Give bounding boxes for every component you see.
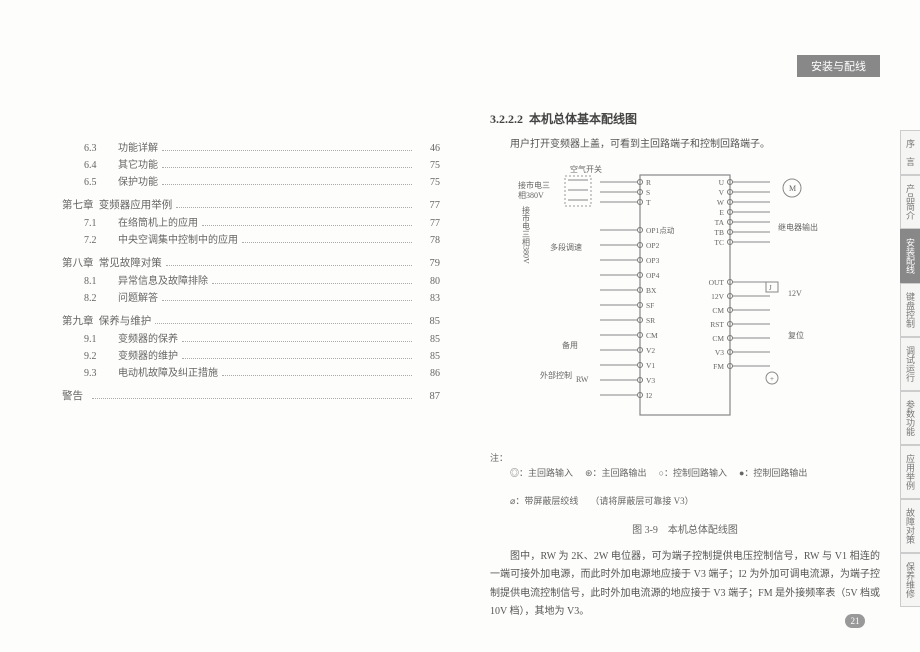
svg-text:OP1点动: OP1点动 — [646, 225, 675, 235]
svg-text:RW: RW — [576, 375, 589, 384]
toc-entry: 9.1变频器的保养85 — [50, 331, 440, 348]
toc-entry: 8.1异常信息及故障排除80 — [50, 273, 440, 290]
svg-text:SF: SF — [646, 301, 654, 310]
svg-text:+: + — [770, 375, 774, 383]
side-tab[interactable]: 安装配线 — [900, 229, 920, 283]
svg-text:V3: V3 — [715, 348, 724, 357]
svg-text:OUT: OUT — [709, 278, 725, 287]
svg-text:备用: 备用 — [562, 340, 578, 350]
svg-text:TA: TA — [715, 218, 725, 227]
side-tab[interactable]: 参数功能 — [900, 391, 920, 445]
svg-text:M: M — [789, 184, 796, 193]
legend-item: （请将屏蔽层可靠接 V3） — [590, 494, 693, 509]
side-tab[interactable]: 调试运行 — [900, 337, 920, 391]
svg-text:复位: 复位 — [788, 330, 804, 340]
svg-text:外部控制: 外部控制 — [540, 370, 572, 380]
svg-text:OP3: OP3 — [646, 256, 660, 265]
right-page: 安装与配线 3.2.2.2 本机总体基本配线图 用户打开变频器上盖，可看到主回路… — [470, 0, 920, 652]
side-tabs: 序 言产品简介安装配线键盘控制调试运行参数功能应用举例故障对策保养维修 — [900, 130, 920, 607]
diagram-legend: 注： ◎：主回路输入 ⊛：主回路输出 ○：控制回路输入 ●：控制回路输出 ⌀：带屏蔽层绞… — [490, 451, 880, 509]
svg-text:OP4: OP4 — [646, 271, 660, 280]
toc-entry: 8.2问题解答83 — [50, 290, 440, 307]
side-tab[interactable]: 序 言 — [900, 130, 920, 175]
legend-item: ⌀：带屏蔽层绞线 — [510, 494, 578, 509]
table-of-contents: 6.3功能详解466.4其它功能756.5保护功能75 第七章 变频器应用举例77… — [50, 140, 440, 405]
svg-text:相380V: 相380V — [518, 190, 544, 200]
section-heading: 本机总体基本配线图 — [529, 112, 637, 126]
svg-text:W: W — [717, 198, 725, 207]
toc-chapter: 第九章 保养与维护85 — [50, 313, 440, 331]
svg-text:多段调速: 多段调速 — [550, 242, 582, 252]
side-tab[interactable]: 产品简介 — [900, 175, 920, 229]
svg-text:V1: V1 — [646, 361, 655, 370]
toc-entry: 7.2中央空调集中控制中的应用78 — [50, 232, 440, 249]
svg-text:12V: 12V — [711, 292, 725, 301]
toc-entry: 6.4其它功能75 — [50, 157, 440, 174]
toc-entry: 6.5保护功能75 — [50, 174, 440, 191]
toc-entry: 7.1在络筒机上的应用77 — [50, 215, 440, 232]
page-number: 21 — [845, 614, 865, 628]
svg-text:S: S — [646, 188, 650, 197]
svg-text:FM: FM — [713, 362, 724, 371]
side-tab[interactable]: 保养维修 — [900, 553, 920, 607]
svg-text:CM: CM — [646, 331, 658, 340]
legend-item: ○：控制回路输入 — [659, 466, 727, 481]
side-tab[interactable]: 应用举例 — [900, 445, 920, 499]
side-tab[interactable]: 故障对策 — [900, 499, 920, 553]
svg-text:CM: CM — [712, 334, 724, 343]
svg-text:接市电三: 接市电三 — [518, 180, 550, 190]
section-intro: 用户打开变频器上盖，可看到主回路端子和控制回路端子。 — [490, 135, 880, 150]
toc-entry: 9.3电动机故障及纠正措施86 — [50, 365, 440, 382]
svg-text:空气开关: 空气开关 — [570, 164, 602, 174]
legend-title: 注： — [490, 453, 508, 463]
svg-text:接市电三相380V: 接市电三相380V — [522, 205, 531, 264]
legend-item: ●：控制回路输出 — [739, 466, 807, 481]
left-page: 6.3功能详解466.4其它功能756.5保护功能75 第七章 变频器应用举例77… — [0, 0, 470, 652]
svg-text:J: J — [769, 284, 772, 292]
svg-text:CM: CM — [712, 306, 724, 315]
svg-text:I2: I2 — [646, 391, 652, 400]
svg-text:RST: RST — [710, 320, 724, 329]
wiring-diagram: 空气开关 接市电三相380V 接市电三 相380V RST UVWE M TAT… — [510, 160, 830, 430]
svg-text:E: E — [719, 208, 724, 217]
toc-chapter: 第七章 变频器应用举例77 — [50, 197, 440, 215]
svg-text:SR: SR — [646, 316, 655, 325]
toc-chapter: 第八章 常见故障对策79 — [50, 255, 440, 273]
toc-entry: 6.3功能详解46 — [50, 140, 440, 157]
side-tab[interactable]: 键盘控制 — [900, 283, 920, 337]
section-title: 3.2.2.2 本机总体基本配线图 — [490, 110, 880, 127]
legend-item: ◎：主回路输入 — [510, 466, 573, 481]
svg-text:V3: V3 — [646, 376, 655, 385]
svg-text:继电器输出: 继电器输出 — [778, 222, 818, 232]
svg-text:V: V — [719, 188, 725, 197]
svg-text:R: R — [646, 178, 651, 187]
legend-item: ⊛：主回路输出 — [585, 466, 647, 481]
svg-text:BX: BX — [646, 286, 657, 295]
toc-chapter: 警告 87 — [50, 388, 440, 406]
section-number: 3.2.2.2 — [490, 112, 523, 126]
figure-caption: 图 3-9 本机总体配线图 — [490, 521, 880, 536]
svg-text:V2: V2 — [646, 346, 655, 355]
svg-text:OP2: OP2 — [646, 241, 660, 250]
header-bar: 安装与配线 — [797, 55, 880, 77]
svg-text:TC: TC — [714, 238, 724, 247]
svg-text:TB: TB — [714, 228, 724, 237]
svg-text:12V: 12V — [788, 289, 802, 298]
svg-text:U: U — [719, 178, 725, 187]
toc-entry: 9.2变频器的维护85 — [50, 348, 440, 365]
svg-text:T: T — [646, 198, 651, 207]
body-paragraph: 图中，RW 为 2K、2W 电位器，可为端子控制提供电压控制信号，RW 与 V1… — [490, 548, 880, 622]
